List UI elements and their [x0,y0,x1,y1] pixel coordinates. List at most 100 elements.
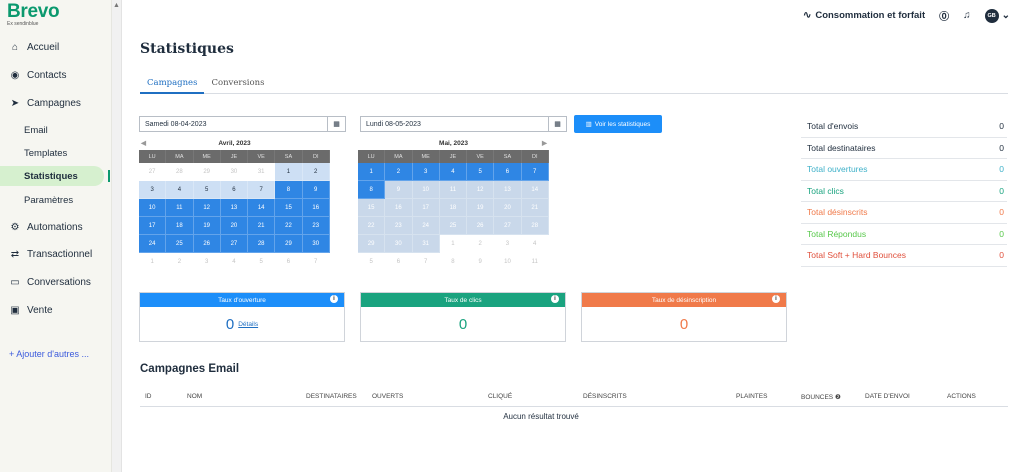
calendar-day[interactable]: 28 [248,235,276,253]
calendar-day[interactable]: 4 [439,163,468,181]
account-menu[interactable]: GB ⌄ [984,8,1010,23]
calendar-day[interactable]: 29 [193,163,221,181]
calendar-day[interactable]: 29 [275,235,303,253]
calendar-day[interactable]: 7 [412,253,440,271]
calendar-day[interactable]: 5 [358,253,386,271]
help-icon[interactable]: ⓪ [939,8,949,23]
column-header[interactable]: ACTIONS [947,393,976,400]
calendar-day[interactable]: 13 [220,199,249,217]
calendar-day[interactable]: 4 [220,253,249,271]
column-header[interactable]: DÉSINSCRITS [583,393,627,400]
calendar-day[interactable]: 22 [358,217,386,235]
calendar-day[interactable]: 4 [521,235,549,253]
calendar-day[interactable]: 3 [494,235,522,253]
calendar-day[interactable]: 15 [275,199,303,217]
calendar-day[interactable]: 22 [275,217,303,235]
calendar-day[interactable]: 19 [193,217,221,235]
calendar-day[interactable]: 11 [166,199,194,217]
prev-month-icon[interactable]: ◀ [141,138,146,150]
sidebar-subitem-1[interactable]: Templates [0,143,112,163]
calendar-day[interactable]: 1 [439,235,468,253]
calendar-day[interactable]: 26 [467,217,495,235]
calendar-day[interactable]: 19 [467,199,495,217]
calendar-day[interactable]: 9 [302,181,330,199]
calendar-day[interactable]: 5 [248,253,276,271]
calendar-day[interactable]: 18 [166,217,194,235]
calendar-day[interactable]: 2 [302,163,330,181]
column-header[interactable]: PLAINTES [736,393,767,400]
scroll-up-icon[interactable]: ▲ [113,2,120,9]
column-header[interactable]: ID [145,393,152,400]
calendar-day[interactable]: 24 [412,217,440,235]
column-header[interactable]: CLIQUÉ [488,393,512,400]
calendar-icon[interactable]: ▦ [548,117,566,131]
calendar-day[interactable]: 3 [193,253,221,271]
calendar-day[interactable]: 27 [139,163,167,181]
calendar-day[interactable]: 30 [220,163,249,181]
calendar-day[interactable]: 20 [220,217,249,235]
sidebar-item-conversations[interactable]: ▭ Conversations [0,271,112,293]
start-date-field[interactable]: Samedi 08-04-2023 ▦ [139,116,346,132]
calendar-day[interactable]: 11 [521,253,549,271]
sidebar-subitem-3[interactable]: Paramètres [0,190,112,210]
calendar-day[interactable]: 1 [139,253,167,271]
calendar-day[interactable]: 3 [139,181,167,199]
calendar-day[interactable]: 28 [166,163,194,181]
calendar-day[interactable]: 15 [358,199,386,217]
notification-bell-icon[interactable]: ♫ [963,10,971,21]
calendar-day[interactable]: 5 [193,181,221,199]
calendar-day[interactable]: 10 [494,253,522,271]
calendar-day[interactable]: 25 [439,217,468,235]
sidebar-item-vente[interactable]: ▣ Vente [0,299,112,321]
calendar-day[interactable]: 4 [166,181,194,199]
calendar-day[interactable]: 21 [521,199,549,217]
calendar-day[interactable]: 28 [521,217,549,235]
calendar-day[interactable]: 6 [494,163,522,181]
details-link[interactable]: Détails [238,321,258,328]
calendar-day[interactable]: 31 [248,163,276,181]
tab-campagnes[interactable]: Campagnes [140,76,205,94]
calendar-day[interactable]: 11 [439,181,468,199]
calendar-day[interactable]: 27 [494,217,522,235]
calendar-day[interactable]: 2 [385,163,413,181]
plan-usage-link[interactable]: ∿ Consommation et forfait [803,10,925,21]
calendar-day[interactable]: 1 [275,163,303,181]
sidebar-subitem-2[interactable]: Statistiques [0,166,110,186]
calendar-day[interactable]: 10 [412,181,440,199]
calendar-day[interactable]: 26 [193,235,221,253]
calendar-day[interactable]: 7 [521,163,549,181]
calendar-day[interactable]: 12 [467,181,495,199]
calendar-day[interactable]: 17 [412,199,440,217]
calendar-day[interactable]: 17 [139,217,167,235]
next-month-icon[interactable]: ▶ [542,138,547,150]
calendar-day[interactable]: 14 [248,199,276,217]
calendar-day[interactable]: 20 [494,199,522,217]
calendar-day[interactable]: 23 [385,217,413,235]
calendar-day[interactable]: 16 [302,199,330,217]
column-header[interactable]: DESTINATAIRES [306,393,357,400]
calendar-day[interactable]: 23 [302,217,330,235]
calendar-day[interactable]: 27 [220,235,249,253]
calendar-day[interactable]: 9 [467,253,495,271]
calendar-day[interactable]: 9 [385,181,413,199]
info-icon[interactable]: i [772,295,780,303]
brevo-logo[interactable]: Brevo Ex sendinblue [7,2,60,28]
calendar-day[interactable]: 25 [166,235,194,253]
calendar-day[interactable]: 29 [358,235,386,253]
calendar-day[interactable]: 7 [302,253,330,271]
end-date-field[interactable]: Lundi 08-05-2023 ▦ [360,116,567,132]
calendar-day[interactable]: 8 [275,181,303,199]
column-header[interactable]: DATE D'ENVOI [865,393,910,400]
calendar-day[interactable]: 7 [248,181,276,199]
sidebar-item-accueil[interactable]: ⌂ Accueil [0,36,112,58]
info-icon[interactable]: i [551,295,559,303]
add-more-link[interactable]: + Ajouter d'autres ... [9,349,89,359]
sidebar-item-automations[interactable]: ⚙ Automations [0,216,112,238]
calendar-icon[interactable]: ▦ [327,117,345,131]
calendar-day[interactable]: 3 [412,163,440,181]
calendar-day[interactable]: 16 [385,199,413,217]
tab-conversions[interactable]: Conversions [204,76,271,94]
calendar-day[interactable]: 6 [220,181,249,199]
sidebar-item-campagnes[interactable]: ➤ Campagnes [0,92,112,114]
calendar-day[interactable]: 6 [275,253,303,271]
